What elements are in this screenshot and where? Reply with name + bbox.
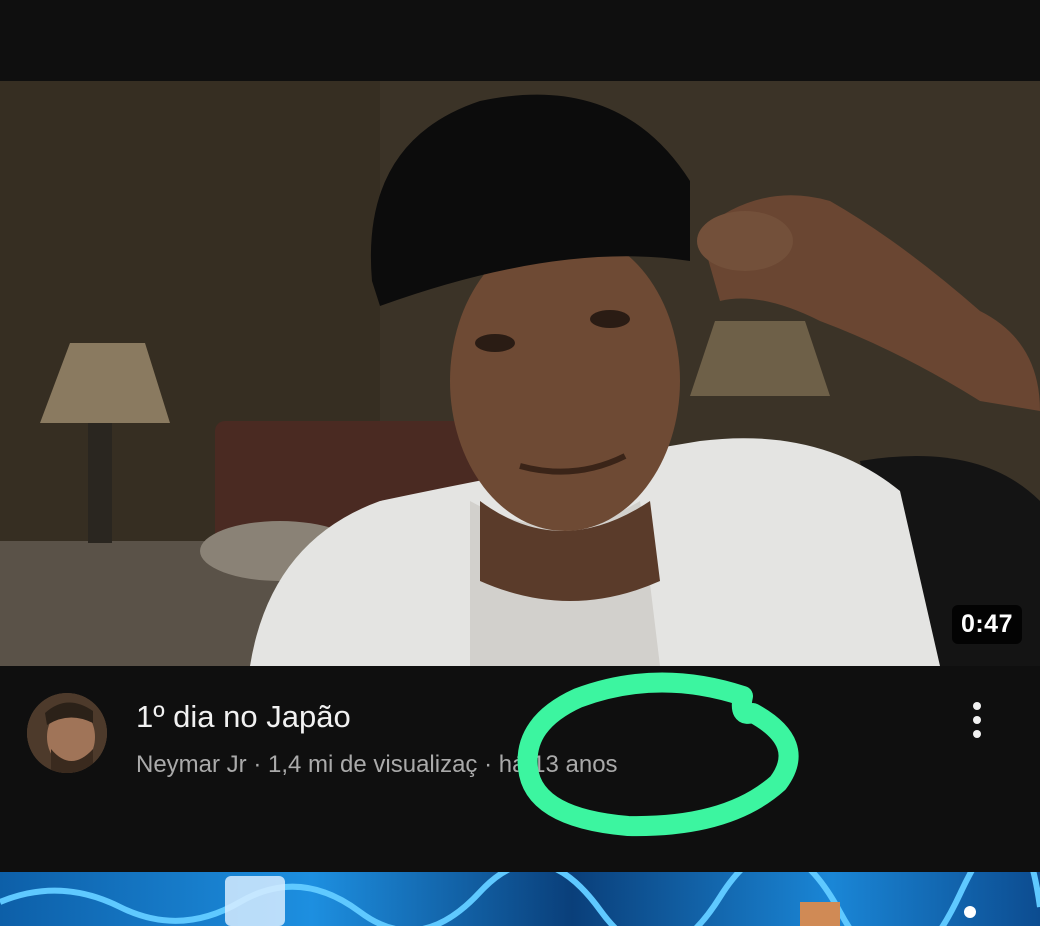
next-thumbnail-image	[0, 872, 1040, 926]
video-thumbnail[interactable]: 0:47	[0, 81, 1040, 666]
more-dot	[973, 702, 981, 710]
video-meta: 1º dia no Japão Neymar Jr · 1,4 mi de vi…	[0, 666, 1040, 872]
channel-avatar[interactable]	[27, 693, 107, 773]
video-metadata-line: Neymar Jr · 1,4 mi de visualizaç · há 13…	[136, 751, 618, 779]
channel-name[interactable]: Neymar Jr	[136, 751, 247, 778]
next-video-thumbnail[interactable]	[0, 872, 1040, 926]
meta-separator: ·	[477, 751, 499, 778]
thumbnail-image	[0, 81, 1040, 666]
top-bar	[0, 0, 1040, 81]
view-count: 1,4 mi de visualizaç	[268, 751, 478, 778]
upload-age: há 13 anos	[498, 751, 618, 778]
more-dot	[973, 730, 981, 738]
more-dot	[973, 716, 981, 724]
more-vert-icon[interactable]	[958, 698, 996, 742]
meta-separator: ·	[246, 751, 268, 778]
video-title[interactable]: 1º dia no Japão	[136, 699, 351, 735]
duration-badge: 0:47	[951, 605, 1022, 644]
